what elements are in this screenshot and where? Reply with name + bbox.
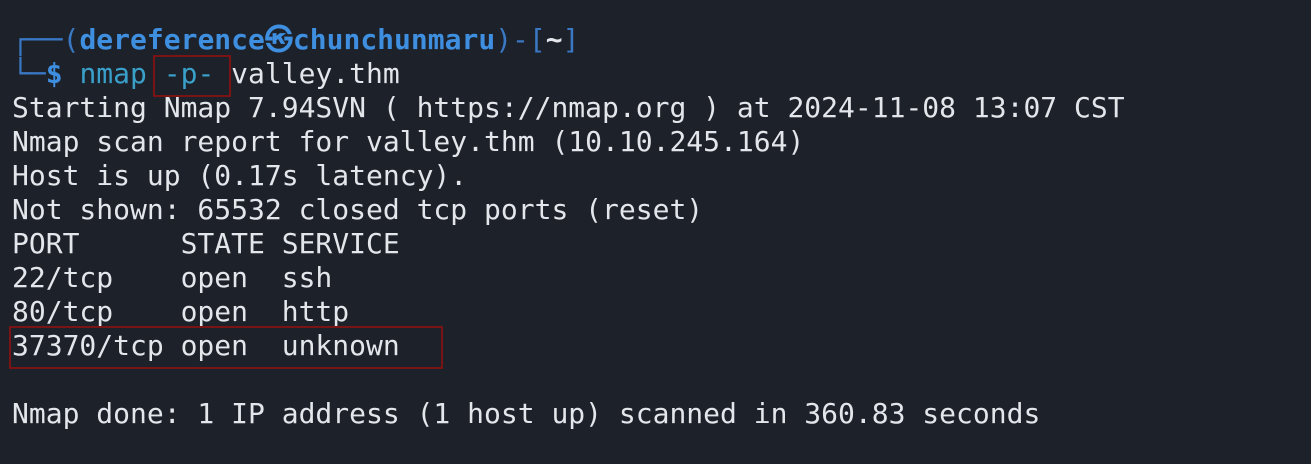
bottom-edge [0,458,1311,464]
prompt-corner-top: ┌── [12,23,63,56]
prompt-line-top: ┌──(dereference㉿chunchunmaru)-[~] [12,23,579,57]
prompt-close-paren: ) [495,23,513,56]
prompt-close-bracket: ] [562,23,580,56]
prompt-user: dereference [79,23,265,56]
output-summary-line: Nmap done: 1 IP address (1 host up) scan… [12,397,1041,430]
prompt-dollar: $ [45,57,63,90]
terminal-window[interactable]: ┌──(dereference㉿chunchunmaru)-[~] └─$ nm… [0,0,1311,464]
prompt-cwd: ~ [545,23,563,56]
command-line[interactable]: └─$ nmap -p- valley.thm [12,57,400,91]
prompt-dash: - [512,23,529,56]
port-table-header: PORT STATE SERVICE [12,227,400,260]
port-row: 80/tcp open http [12,295,350,328]
port-row-highlighted: 37370/tcp open unknown [12,329,400,362]
prompt-open-bracket: [ [528,23,546,56]
command-name: nmap [79,57,147,90]
prompt-open-paren: ( [62,23,80,56]
output-line: Nmap scan report for valley.thm (10.10.2… [12,125,805,158]
prompt-separator-icon: ㉿ [264,23,293,56]
output-line: Not shown: 65532 closed tcp ports (reset… [12,193,704,226]
prompt-corner-bottom: └─ [12,57,46,90]
port-row: 22/tcp open ssh [12,261,333,294]
output-line: Host is up (0.17s latency). [12,159,468,192]
command-target: valley.thm [231,57,400,90]
command-flag: -p- [163,57,215,90]
output-line: Starting Nmap 7.94SVN ( https://nmap.org… [12,91,1125,124]
prompt-host: chunchunmaru [292,23,496,56]
